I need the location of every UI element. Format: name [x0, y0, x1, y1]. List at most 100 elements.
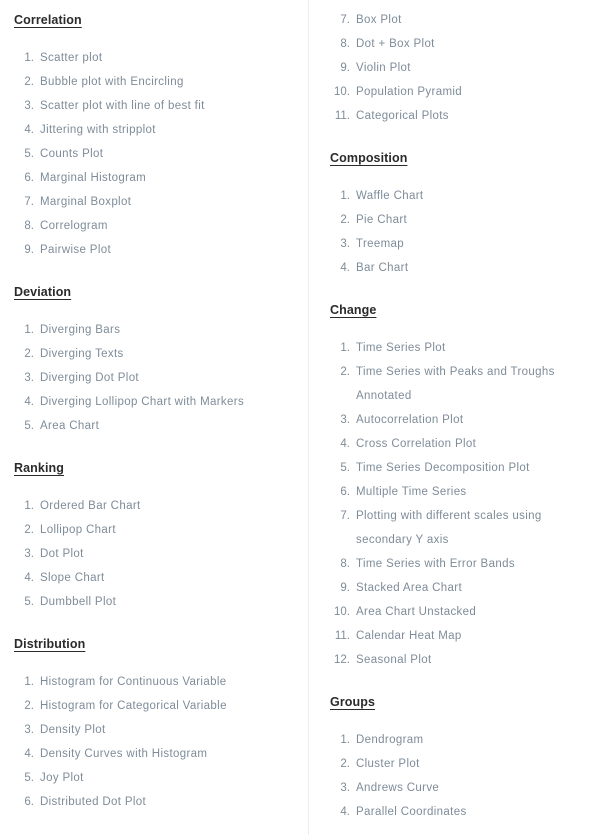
list-item-number: 1. — [24, 676, 34, 688]
list-item-number: 1. — [340, 342, 350, 354]
list-item[interactable]: 1. Time Series Plot — [330, 336, 582, 360]
list-item[interactable]: 4. Bar Chart — [330, 256, 582, 280]
list-item[interactable]: 10. Area Chart Unstacked — [330, 600, 582, 624]
list-item[interactable]: 7. Marginal Boxplot — [14, 190, 287, 214]
list-item[interactable]: 1. Scatter plot — [14, 46, 287, 70]
list-item[interactable]: 3. Dot Plot — [14, 542, 287, 566]
list-item[interactable]: 3. Density Plot — [14, 718, 287, 742]
list-item-label: Area Chart — [40, 420, 100, 432]
list-item-label: Joy Plot — [40, 772, 84, 784]
list-item[interactable]: 4. Slope Chart — [14, 566, 287, 590]
list-item[interactable]: 4. Cross Correlation Plot — [330, 432, 582, 456]
list-item-label: Dot + Box Plot — [356, 38, 435, 50]
list-item-number: 3. — [24, 548, 34, 560]
list-item-number: 11. — [334, 110, 350, 122]
list-item[interactable]: 3. Scatter plot with line of best fit — [14, 94, 287, 118]
list-item[interactable]: 2. Cluster Plot — [330, 752, 582, 776]
list-item[interactable]: 8. Correlogram — [14, 214, 287, 238]
list-item-number: 5. — [24, 596, 34, 608]
list-item[interactable]: 8. Time Series with Error Bands — [330, 552, 582, 576]
list-item-number: 2. — [24, 76, 34, 88]
list-item-label: Cross Correlation Plot — [356, 438, 477, 450]
list-item-number: 8. — [340, 558, 350, 570]
list-item[interactable]: 4. Density Curves with Histogram — [14, 742, 287, 766]
list-item-number: 2. — [24, 700, 34, 712]
item-list-ranking: 1. Ordered Bar Chart 2. Lollipop Chart 3. Dot… — [14, 494, 287, 614]
list-item-number: 12. — [334, 654, 350, 666]
list-item-label: Time Series Decomposition Plot — [356, 462, 530, 474]
list-item[interactable]: 8. Dot + Box Plot — [330, 32, 582, 56]
list-item-number: 4. — [340, 806, 350, 818]
list-item[interactable]: 5. Dumbbell Plot — [14, 590, 287, 614]
list-item-label: Dot Plot — [40, 548, 84, 560]
list-item-label: Violin Plot — [356, 62, 411, 74]
list-item-label: Jittering with stripplot — [40, 124, 156, 136]
list-item[interactable]: 3. Diverging Dot Plot — [14, 366, 287, 390]
item-list-correlation: 1. Scatter plot 2. Bubble plot with Encircl… — [14, 46, 287, 262]
list-item-label: Time Series with Peaks and Troughs Annot… — [356, 366, 555, 402]
section-heading-deviation: Deviation — [14, 285, 72, 299]
list-item-number: 4. — [24, 748, 34, 760]
list-item[interactable]: 11. Categorical Plots — [330, 104, 582, 128]
list-item[interactable]: 6. Marginal Histogram — [14, 166, 287, 190]
list-item[interactable]: 11. Calendar Heat Map — [330, 624, 582, 648]
list-item[interactable]: 2. Diverging Texts — [14, 342, 287, 366]
list-item[interactable]: 6. Multiple Time Series — [330, 480, 582, 504]
list-item[interactable]: 2. Bubble plot with Encircling — [14, 70, 287, 94]
list-item[interactable]: 4. Parallel Coordinates — [330, 800, 582, 824]
list-item[interactable]: 5. Joy Plot — [14, 766, 287, 790]
list-item-number: 7. — [340, 14, 350, 26]
list-item[interactable]: 2. Pie Chart — [330, 208, 582, 232]
list-item-number: 9. — [340, 582, 350, 594]
list-item[interactable]: 7. Plotting with different scales using s… — [330, 504, 582, 552]
item-list-continued: 7. Box Plot 8. Dot + Box Plot 9. Violin Plot 1… — [330, 8, 582, 128]
list-item-label: Bubble plot with Encircling — [40, 76, 184, 88]
list-item[interactable]: 1. Ordered Bar Chart — [14, 494, 287, 518]
list-item[interactable]: 1. Waffle Chart — [330, 184, 582, 208]
list-item-label: Multiple Time Series — [356, 486, 467, 498]
list-item[interactable]: 2. Lollipop Chart — [14, 518, 287, 542]
section-heading-correlation: Correlation — [14, 13, 82, 27]
list-item[interactable]: 1. Diverging Bars — [14, 318, 287, 342]
list-item[interactable]: 2. Time Series with Peaks and Troughs Ann… — [330, 360, 582, 408]
list-item-number: 11. — [334, 630, 350, 642]
list-item-label: Distributed Dot Plot — [40, 796, 147, 808]
list-item[interactable]: 9. Violin Plot — [330, 56, 582, 80]
list-item-number: 7. — [24, 196, 34, 208]
list-item-number: 6. — [24, 796, 34, 808]
list-item-label: Time Series Plot — [356, 342, 446, 354]
list-item-number: 9. — [340, 62, 350, 74]
list-item-label: Diverging Bars — [40, 324, 121, 336]
list-item[interactable]: 3. Andrews Curve — [330, 776, 582, 800]
list-item[interactable]: 5. Area Chart — [14, 414, 287, 438]
list-item[interactable]: 1. Histogram for Continuous Variable — [14, 670, 287, 694]
list-item-label: Time Series with Error Bands — [356, 558, 515, 570]
list-item[interactable]: 3. Autocorrelation Plot — [330, 408, 582, 432]
list-item-number: 1. — [340, 734, 350, 746]
list-item[interactable]: 3. Treemap — [330, 232, 582, 256]
list-item[interactable]: 9. Pairwise Plot — [14, 238, 287, 262]
list-item[interactable]: 4. Jittering with stripplot — [14, 118, 287, 142]
list-item-number: 6. — [340, 486, 350, 498]
list-item[interactable]: 5. Time Series Decomposition Plot — [330, 456, 582, 480]
list-item[interactable]: 12. Seasonal Plot — [330, 648, 582, 672]
list-item[interactable]: 9. Stacked Area Chart — [330, 576, 582, 600]
list-item[interactable]: 10. Population Pyramid — [330, 80, 582, 104]
list-item-label: Bar Chart — [356, 262, 409, 274]
list-item-number: 1. — [24, 52, 34, 64]
list-item[interactable]: 4. Diverging Lollipop Chart with Markers — [14, 390, 287, 414]
list-item-label: Histogram for Categorical Variable — [40, 700, 227, 712]
list-item-number: 3. — [24, 724, 34, 736]
list-item-label: Pairwise Plot — [40, 244, 112, 256]
list-item[interactable]: 1. Dendrogram — [330, 728, 582, 752]
list-item-label: Box Plot — [356, 14, 402, 26]
list-item[interactable]: 2. Histogram for Categorical Variable — [14, 694, 287, 718]
list-item[interactable]: 7. Box Plot — [330, 8, 582, 32]
list-item[interactable]: 5. Counts Plot — [14, 142, 287, 166]
list-item[interactable]: 6. Distributed Dot Plot — [14, 790, 287, 814]
